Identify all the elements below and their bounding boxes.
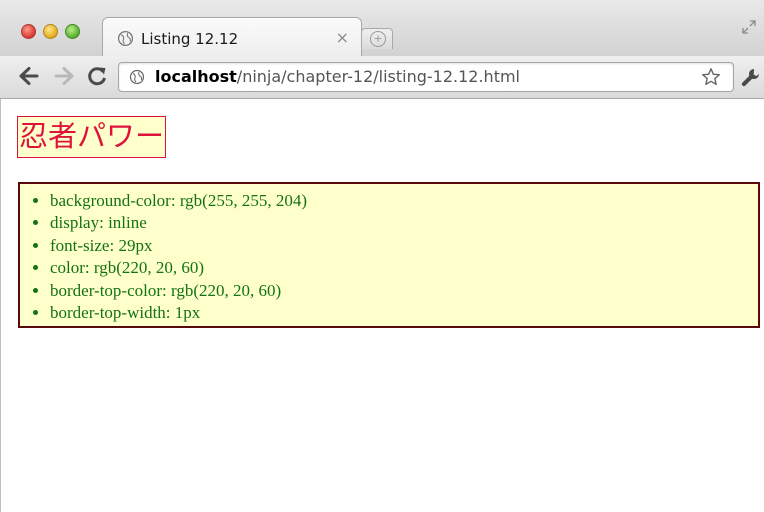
wrench-icon[interactable] [740,66,762,88]
globe-icon [129,69,145,85]
close-window-button[interactable] [21,24,36,39]
url-path: /ninja/chapter-12/listing-12.12.html [236,67,520,86]
minimize-window-button[interactable] [43,24,58,39]
tab-close-button[interactable]: × [336,28,349,47]
reload-icon[interactable] [86,65,108,87]
star-icon[interactable] [701,67,721,87]
toolbar: localhost/ninja/chapter-12/listing-12.12… [0,56,764,99]
url-text[interactable]: localhost/ninja/chapter-12/listing-12.12… [155,67,520,86]
new-tab-button[interactable]: + [361,28,393,49]
back-arrow-icon[interactable] [18,65,40,87]
computed-styles-list: background-color: rgb(255, 255, 204) dis… [20,184,758,324]
tab-title: Listing 12.12 [141,30,239,48]
page-content: 忍者パワー background-color: rgb(255, 255, 20… [0,99,764,512]
forward-arrow-icon[interactable] [53,65,75,87]
globe-icon [117,30,134,47]
title-bar: Listing 12.12 × + [0,0,764,58]
zoom-window-button[interactable] [65,24,80,39]
address-bar[interactable]: localhost/ninja/chapter-12/listing-12.12… [118,62,734,92]
fullscreen-icon[interactable] [742,20,756,34]
plus-icon: + [370,31,386,47]
url-host: localhost [155,67,237,86]
list-item: color: rgb(220, 20, 60) [50,257,758,279]
computed-styles-box: background-color: rgb(255, 255, 204) dis… [18,182,760,328]
page-heading: 忍者パワー [17,116,167,158]
tab-listing[interactable]: Listing 12.12 × [102,17,362,58]
list-item: background-color: rgb(255, 255, 204) [50,190,758,212]
list-item: font-size: 29px [50,235,758,257]
list-item: display: inline [50,212,758,234]
list-item: border-top-color: rgb(220, 20, 60) [50,280,758,302]
list-item: border-top-width: 1px [50,302,758,324]
